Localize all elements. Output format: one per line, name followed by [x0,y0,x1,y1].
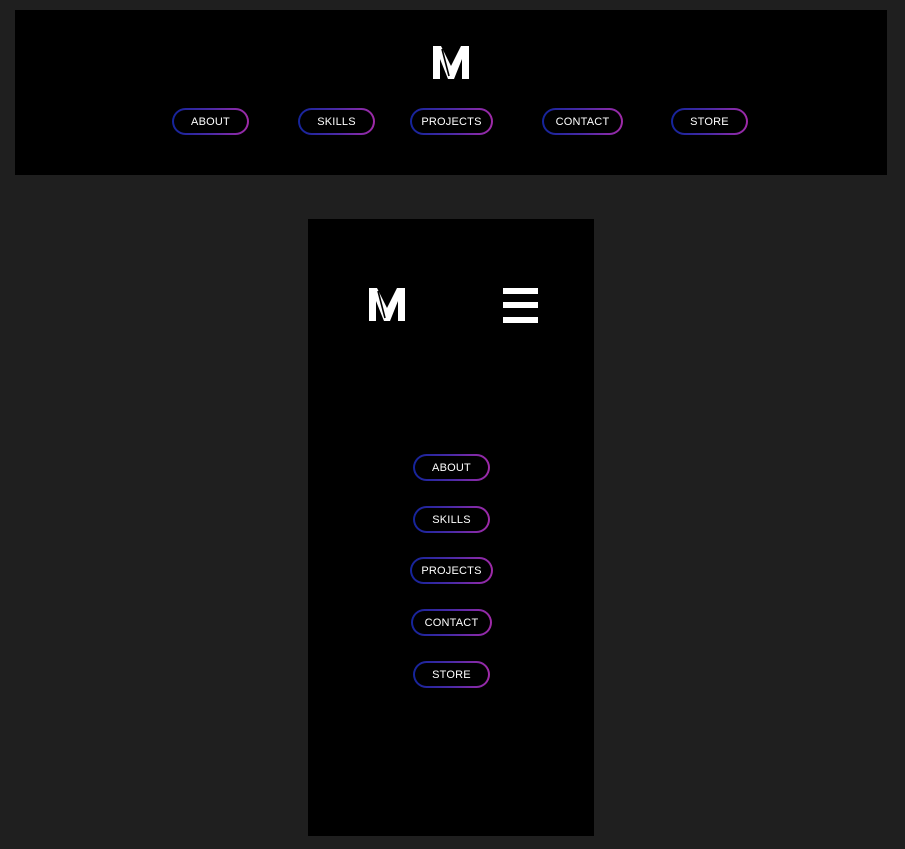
hamburger-bar [503,302,538,308]
nav-about-button[interactable]: ABOUT [172,108,249,135]
nav-projects-button[interactable]: PROJECTS [410,108,493,135]
mobile-nav-contact-button[interactable]: CONTACT [411,609,492,636]
nav-store-button[interactable]: STORE [671,108,748,135]
nav-skills-button[interactable]: SKILLS [298,108,375,135]
hamburger-bar [503,288,538,294]
hamburger-icon[interactable] [503,288,538,323]
hamburger-bar [503,317,538,323]
desktop-header-preview: ABOUT SKILLS PROJECTS CONTACT STORE [15,10,887,175]
m-logo-icon[interactable] [433,46,469,79]
nav-contact-button[interactable]: CONTACT [542,108,623,135]
mobile-nav-skills-button[interactable]: SKILLS [413,506,490,533]
mobile-menu-preview: ABOUT SKILLS PROJECTS CONTACT STORE [308,219,594,836]
mobile-nav-projects-button[interactable]: PROJECTS [410,557,493,584]
mobile-nav-store-button[interactable]: STORE [413,661,490,688]
mobile-nav-about-button[interactable]: ABOUT [413,454,490,481]
m-logo-icon[interactable] [369,288,405,321]
